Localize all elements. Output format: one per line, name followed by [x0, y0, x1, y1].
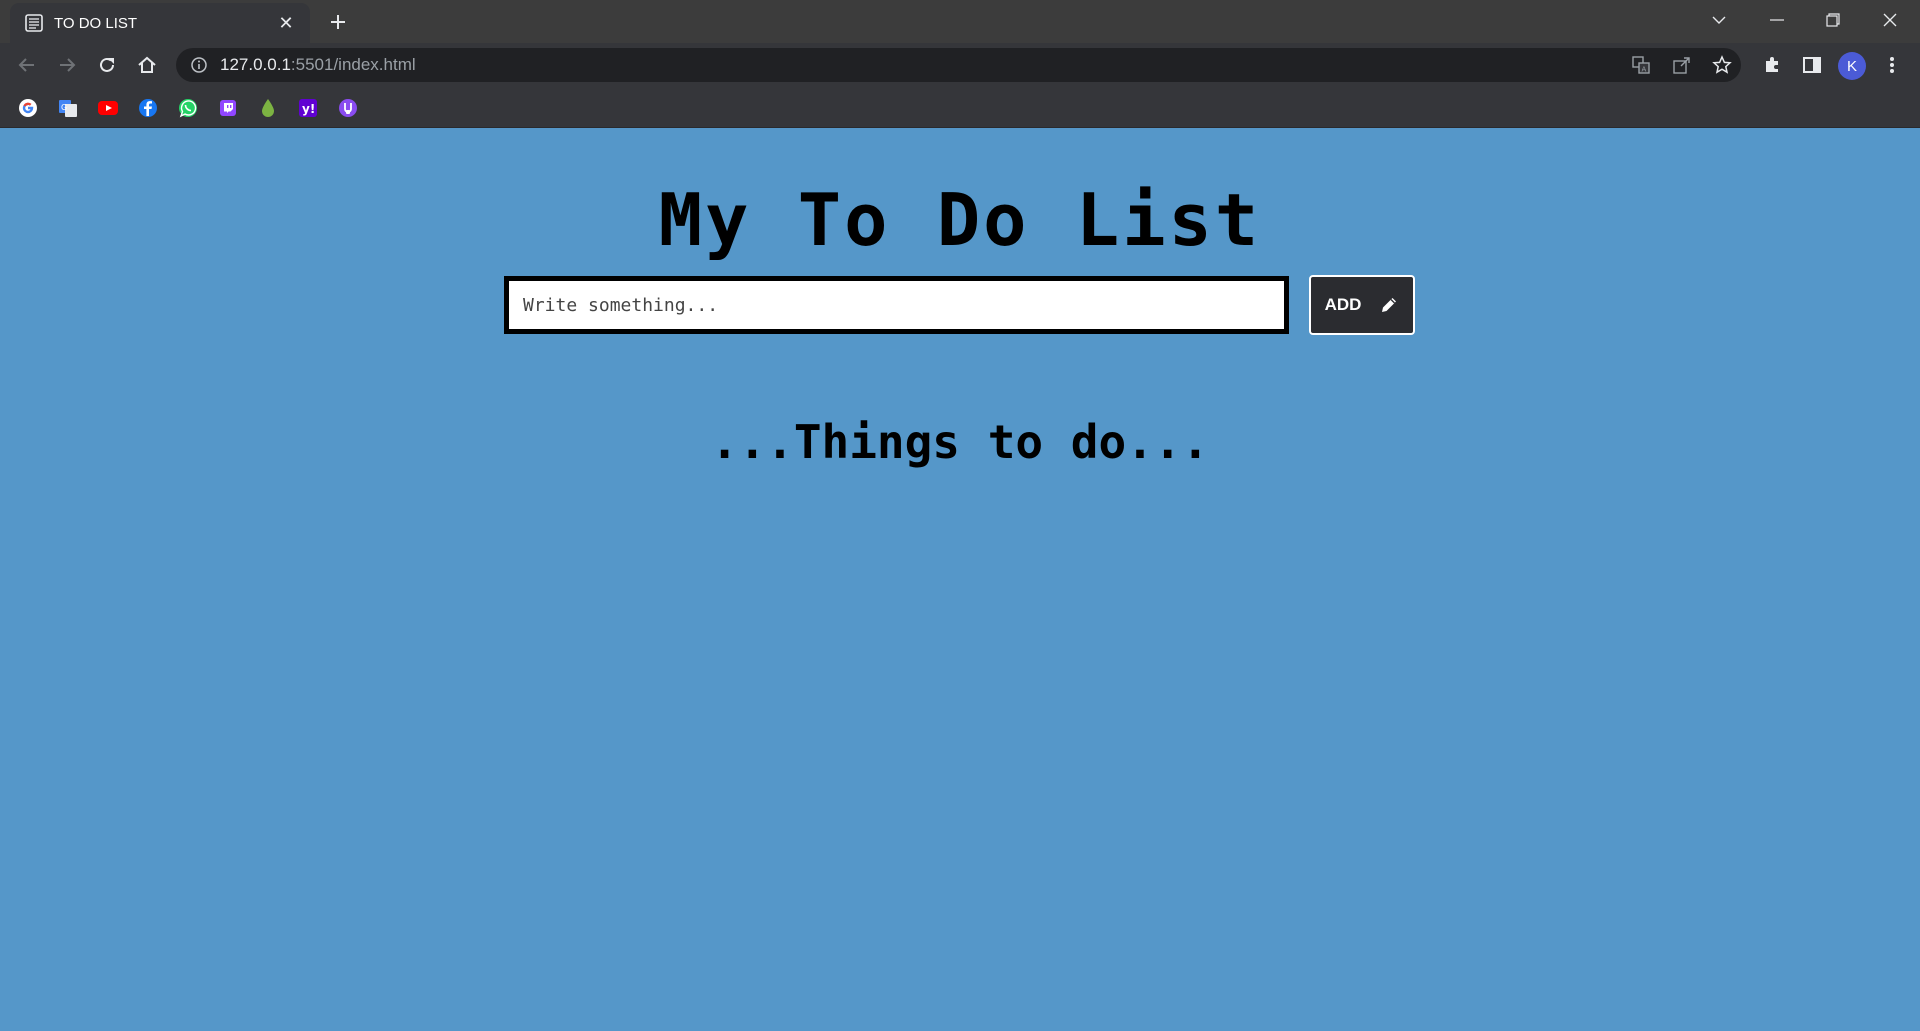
chevron-down-icon[interactable] — [1691, 0, 1747, 40]
minimize-icon[interactable] — [1749, 0, 1805, 40]
notepad-icon — [25, 14, 43, 32]
url-text: 127.0.0.1:5501/index.html — [220, 55, 416, 75]
svg-text:G: G — [61, 103, 67, 112]
add-button[interactable]: ADD — [1309, 275, 1415, 335]
tab-title: TO DO LIST — [54, 14, 138, 32]
google-translate-icon[interactable]: G — [56, 96, 80, 120]
yahoo-icon[interactable]: y! — [296, 96, 320, 120]
url-host: 127.0.0.1 — [220, 55, 291, 74]
profile-avatar[interactable]: K — [1838, 52, 1866, 80]
back-icon[interactable] — [11, 49, 43, 81]
bookmarks-bar: G y! — [0, 88, 1920, 128]
restore-icon[interactable] — [1805, 0, 1861, 40]
url-path: :5501/index.html — [290, 55, 416, 74]
svg-text:A: A — [1642, 66, 1647, 74]
extensions-icon[interactable] — [1758, 51, 1786, 79]
translate-icon[interactable]: A — [1627, 51, 1655, 79]
reload-icon[interactable] — [91, 49, 123, 81]
google-icon[interactable] — [16, 96, 40, 120]
page-title: My To Do List — [658, 178, 1262, 262]
browser-toolbar: 127.0.0.1:5501/index.html A K — [0, 43, 1920, 88]
close-tab-icon[interactable]: ✕ — [274, 11, 298, 35]
pencil-icon — [1382, 298, 1397, 312]
proton-icon[interactable] — [336, 96, 360, 120]
share-icon[interactable] — [1668, 51, 1696, 79]
more-menu-icon[interactable] — [1878, 51, 1906, 79]
address-bar[interactable]: 127.0.0.1:5501/index.html — [176, 48, 1741, 82]
browser-tab[interactable]: TO DO LIST ✕ — [10, 3, 310, 43]
todo-input[interactable] — [504, 276, 1289, 334]
whatsapp-icon[interactable] — [176, 96, 200, 120]
things-to-do-heading: ...Things to do... — [710, 415, 1210, 469]
forward-icon[interactable] — [51, 49, 83, 81]
close-icon[interactable] — [1862, 0, 1918, 40]
twitch-icon[interactable] — [216, 96, 240, 120]
svg-text:y!: y! — [302, 102, 315, 116]
page-content: My To Do List ADD ...Things to do... — [0, 128, 1920, 1031]
info-icon[interactable] — [190, 56, 208, 74]
tab-strip: TO DO LIST ✕ — [0, 0, 1920, 43]
plus-icon[interactable] — [323, 7, 353, 37]
droplet-icon[interactable] — [256, 96, 280, 120]
home-icon[interactable] — [131, 49, 163, 81]
side-panel-icon[interactable] — [1798, 51, 1826, 79]
star-icon[interactable] — [1708, 51, 1736, 79]
add-button-label: ADD — [1324, 295, 1362, 314]
facebook-icon[interactable] — [136, 96, 160, 120]
youtube-icon[interactable] — [96, 96, 120, 120]
